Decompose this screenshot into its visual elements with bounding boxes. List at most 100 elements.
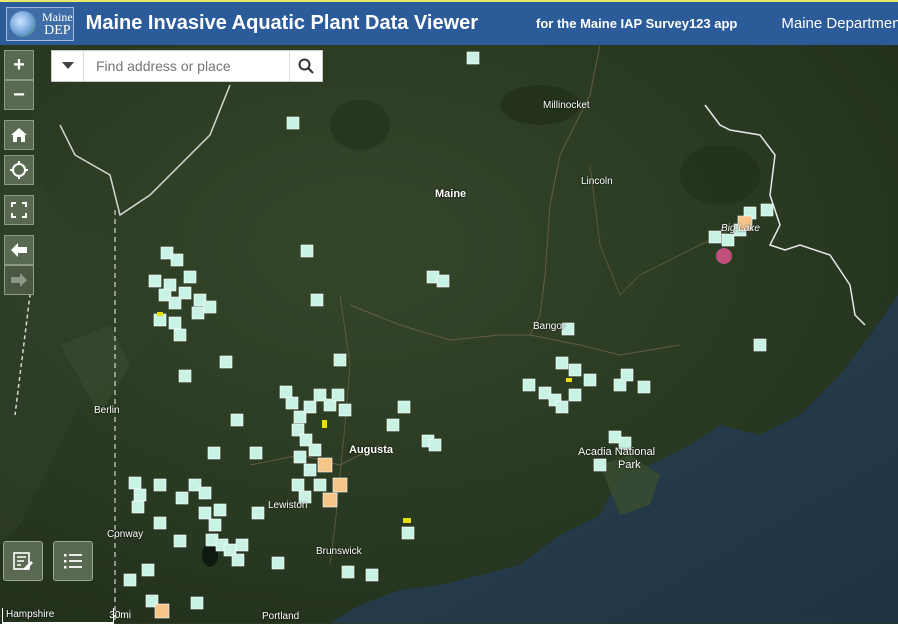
observation-marker[interactable] [331, 388, 345, 402]
observation-marker[interactable] [555, 356, 569, 370]
observation-marker-purple[interactable] [716, 248, 732, 264]
observation-marker[interactable] [153, 478, 167, 492]
forward-extent-button[interactable] [4, 265, 34, 295]
place-label-millinocket: Millinocket [543, 100, 590, 111]
observation-marker[interactable] [555, 400, 569, 414]
observation-marker[interactable] [219, 355, 233, 369]
observation-marker[interactable] [279, 385, 293, 399]
legend-button[interactable] [53, 541, 93, 581]
logo-line1: Maine [42, 9, 73, 24]
observation-marker[interactable] [213, 503, 227, 517]
observation-marker[interactable] [271, 556, 285, 570]
observation-marker[interactable] [338, 403, 352, 417]
fullscreen-button[interactable] [4, 195, 34, 225]
observation-marker[interactable] [620, 368, 634, 382]
observation-marker[interactable] [291, 478, 305, 492]
observation-marker[interactable] [300, 244, 314, 258]
observation-marker[interactable] [397, 400, 411, 414]
observation-marker[interactable] [131, 500, 145, 514]
observation-marker[interactable] [168, 316, 182, 330]
observation-marker-orange[interactable] [322, 492, 338, 508]
place-label-brunswick: Brunswick [316, 546, 362, 557]
observation-marker[interactable] [522, 378, 536, 392]
observation-marker[interactable] [286, 116, 300, 130]
observation-marker[interactable] [207, 446, 221, 460]
observation-marker-yellow[interactable] [322, 420, 327, 428]
observation-marker[interactable] [198, 506, 212, 520]
observation-marker[interactable] [365, 568, 379, 582]
place-label-conway: Conway [107, 529, 144, 540]
logo-line2: DEP [44, 22, 71, 38]
observation-marker[interactable] [249, 446, 263, 460]
observation-marker[interactable] [153, 516, 167, 530]
observation-marker[interactable] [141, 563, 155, 577]
place-label-maine: Maine [435, 188, 467, 200]
observation-marker-orange[interactable] [332, 477, 348, 493]
observation-marker[interactable] [721, 233, 735, 247]
observation-marker[interactable] [333, 353, 347, 367]
observation-marker[interactable] [341, 565, 355, 579]
observation-marker[interactable] [760, 203, 774, 217]
observation-marker[interactable] [123, 573, 137, 587]
observation-marker[interactable] [308, 443, 322, 457]
search-widget[interactable] [51, 50, 323, 82]
place-label-acadia-1: Acadia National [578, 446, 656, 458]
observation-marker[interactable] [198, 486, 212, 500]
observation-marker[interactable] [203, 300, 217, 314]
observation-marker[interactable] [251, 506, 265, 520]
observation-marker[interactable] [708, 230, 722, 244]
observation-marker[interactable] [173, 328, 187, 342]
locate-button[interactable] [4, 155, 34, 185]
observation-marker[interactable] [175, 491, 189, 505]
search-button[interactable] [289, 51, 322, 81]
app-subtitle: for the Maine IAP Survey123 app [536, 16, 738, 31]
observation-marker[interactable] [303, 400, 317, 414]
observation-marker[interactable] [303, 463, 317, 477]
observation-marker[interactable] [310, 293, 324, 307]
observation-marker[interactable] [128, 476, 142, 490]
observation-marker[interactable] [293, 450, 307, 464]
maine-dep-logo[interactable]: Maine DEP [6, 6, 74, 41]
observation-marker[interactable] [401, 526, 415, 540]
observation-marker-orange[interactable] [317, 457, 333, 473]
edit-button[interactable] [3, 541, 43, 581]
observation-marker-orange[interactable] [154, 603, 170, 619]
place-label-berlin: Berlin [94, 405, 120, 416]
observation-marker[interactable] [466, 51, 480, 65]
observation-marker[interactable] [583, 373, 597, 387]
observation-marker[interactable] [637, 380, 651, 394]
observation-marker[interactable] [428, 438, 442, 452]
zoom-out-button[interactable]: − [4, 80, 34, 110]
observation-marker[interactable] [191, 306, 205, 320]
observation-marker[interactable] [568, 363, 582, 377]
observation-marker[interactable] [230, 413, 244, 427]
fullscreen-icon [11, 202, 27, 218]
observation-marker[interactable] [208, 518, 222, 532]
observation-marker[interactable] [190, 596, 204, 610]
search-source-dropdown[interactable] [52, 51, 84, 81]
home-button[interactable] [4, 120, 34, 150]
observation-marker[interactable] [386, 418, 400, 432]
observation-marker[interactable] [753, 338, 767, 352]
observation-marker[interactable] [593, 458, 607, 472]
observation-marker[interactable] [313, 478, 327, 492]
observation-marker[interactable] [148, 274, 162, 288]
observation-marker[interactable] [133, 488, 147, 502]
map-view[interactable]: Maine Millinocket Lincoln Big Lake Bango… [0, 45, 898, 623]
observation-marker[interactable] [231, 553, 245, 567]
observation-marker[interactable] [436, 274, 450, 288]
search-input[interactable] [84, 51, 289, 81]
observation-marker[interactable] [235, 538, 249, 552]
observation-marker-yellow[interactable] [403, 518, 411, 523]
observation-marker-yellow[interactable] [566, 378, 572, 382]
observation-marker[interactable] [178, 286, 192, 300]
observation-marker[interactable] [173, 534, 187, 548]
zoom-in-button[interactable]: + [4, 50, 34, 80]
observation-marker[interactable] [178, 369, 192, 383]
observation-marker[interactable] [285, 396, 299, 410]
observation-marker[interactable] [183, 270, 197, 284]
observation-marker-yellow[interactable] [157, 312, 163, 316]
observation-marker[interactable] [170, 253, 184, 267]
back-extent-button[interactable] [4, 235, 34, 265]
observation-marker[interactable] [568, 388, 582, 402]
